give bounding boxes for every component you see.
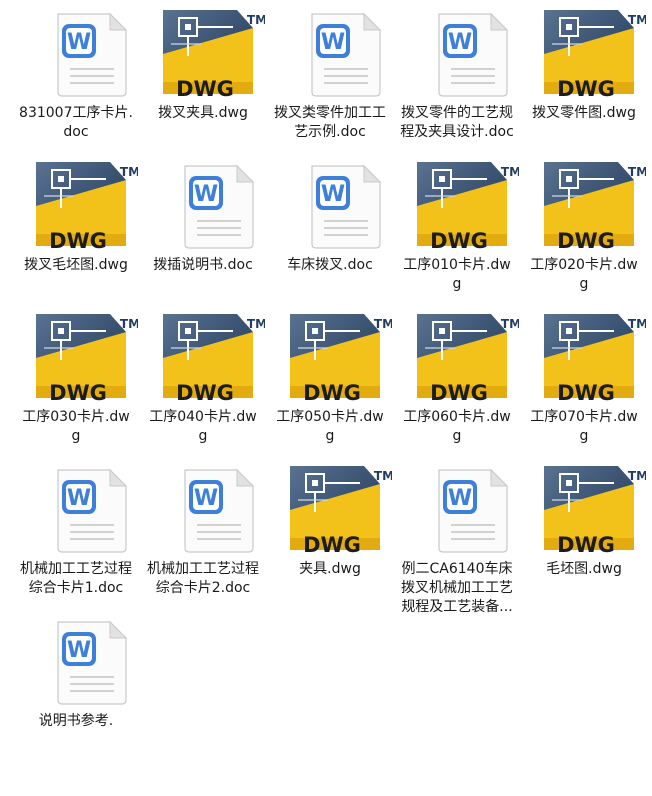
trademark-text: TM — [120, 317, 138, 331]
word-glyph: W — [67, 486, 91, 511]
dwg-file-icon: DWG TM — [141, 4, 265, 100]
dwg-badge-text: DWG — [303, 381, 361, 404]
file-name-label: 说明书参考. — [38, 713, 114, 729]
file-item[interactable]: W 拨插说明书.doc — [141, 156, 265, 326]
file-item[interactable]: DWG TM 工序050卡片.dwg — [268, 308, 392, 478]
file-item[interactable]: W 拨叉零件的工艺规程及夹具设计.doc — [395, 4, 519, 174]
dwg-badge-text: DWG — [557, 229, 615, 252]
trademark-text: TM — [628, 13, 646, 27]
trademark-text: TM — [628, 469, 646, 483]
file-name-label: 例二CA6140车床拨叉机械加工工艺规程及工艺装备... — [401, 561, 513, 615]
file-name-label: 工序050卡片.dwg — [276, 409, 384, 444]
dwg-badge-text: DWG — [430, 381, 488, 404]
dwg-file-icon: DWG TM — [14, 308, 138, 404]
word-glyph: W — [448, 486, 472, 511]
file-item[interactable]: DWG TM 毛坯图.dwg — [522, 460, 646, 630]
word-doc-icon: W — [395, 460, 519, 556]
file-item[interactable]: DWG TM 夹具.dwg — [268, 460, 392, 630]
file-item[interactable]: DWG TM 拨叉夹具.dwg — [141, 4, 265, 174]
word-doc-icon: W — [395, 4, 519, 100]
trademark-text: TM — [374, 317, 392, 331]
file-item[interactable]: DWG TM 工序020卡片.dwg — [522, 156, 646, 326]
dwg-file-icon: DWG TM — [395, 308, 519, 404]
word-glyph: W — [448, 30, 472, 55]
word-doc-icon: W — [14, 612, 138, 708]
file-name-label: 工序070卡片.dwg — [530, 409, 638, 444]
dwg-badge-text: DWG — [430, 229, 488, 252]
file-item[interactable]: W 例二CA6140车床拨叉机械加工工艺规程及工艺装备... — [395, 460, 519, 630]
dwg-badge-text: DWG — [303, 533, 361, 556]
file-grid: W 831007工序卡片.doc DWG TM 拨叉夹具.dwg W 拨叉类零件… — [0, 0, 652, 796]
file-name-label: 拨叉类零件加工工艺示例.doc — [274, 105, 386, 140]
dwg-badge-text: DWG — [557, 77, 615, 100]
file-item[interactable]: W 车床拨叉.doc — [268, 156, 392, 326]
dwg-badge-text: DWG — [176, 77, 234, 100]
file-item[interactable]: W 831007工序卡片.doc — [14, 4, 138, 174]
file-name-label: 机械加工工艺过程综合卡片1.doc — [20, 561, 132, 596]
word-glyph: W — [321, 182, 345, 207]
file-item[interactable]: DWG TM 工序070卡片.dwg — [522, 308, 646, 478]
trademark-text: TM — [247, 13, 265, 27]
dwg-file-icon: DWG TM — [268, 308, 392, 404]
word-glyph: W — [321, 30, 345, 55]
trademark-text: TM — [374, 469, 392, 483]
file-name-label: 夹具.dwg — [299, 561, 361, 577]
dwg-file-icon: DWG TM — [522, 460, 646, 556]
dwg-file-icon: DWG TM — [14, 156, 138, 252]
word-doc-icon: W — [14, 4, 138, 100]
dwg-badge-text: DWG — [49, 381, 107, 404]
file-name-label: 拨叉零件的工艺规程及夹具设计.doc — [400, 105, 514, 140]
trademark-text: TM — [628, 165, 646, 179]
dwg-badge-text: DWG — [557, 381, 615, 404]
word-doc-icon: W — [141, 156, 265, 252]
file-item[interactable]: W 机械加工工艺过程综合卡片1.doc — [14, 460, 138, 630]
trademark-text: TM — [247, 317, 265, 331]
word-glyph: W — [194, 182, 218, 207]
dwg-file-icon: DWG TM — [268, 460, 392, 556]
word-glyph: W — [194, 486, 218, 511]
dwg-file-icon: DWG TM — [141, 308, 265, 404]
file-item[interactable]: DWG TM 工序060卡片.dwg — [395, 308, 519, 478]
file-item[interactable]: DWG TM 拨叉零件图.dwg — [522, 4, 646, 174]
file-name-label: 工序060卡片.dwg — [403, 409, 511, 444]
file-item[interactable]: W 说明书参考. — [14, 612, 138, 782]
dwg-badge-text: DWG — [557, 533, 615, 556]
word-glyph: W — [67, 638, 91, 663]
dwg-file-icon: DWG TM — [522, 308, 646, 404]
file-item[interactable]: DWG TM 工序010卡片.dwg — [395, 156, 519, 326]
file-item[interactable]: W 机械加工工艺过程综合卡片2.doc — [141, 460, 265, 630]
file-item[interactable]: DWG TM 工序030卡片.dwg — [14, 308, 138, 478]
file-name-label: 工序030卡片.dwg — [22, 409, 130, 444]
dwg-file-icon: DWG TM — [522, 4, 646, 100]
file-item[interactable]: DWG TM 拨叉毛坯图.dwg — [14, 156, 138, 326]
file-item[interactable]: DWG TM 工序040卡片.dwg — [141, 308, 265, 478]
file-name-label: 工序020卡片.dwg — [530, 257, 638, 292]
file-name-label: 机械加工工艺过程综合卡片2.doc — [147, 561, 259, 596]
dwg-file-icon: DWG TM — [522, 156, 646, 252]
trademark-text: TM — [501, 165, 519, 179]
trademark-text: TM — [120, 165, 138, 179]
trademark-text: TM — [628, 317, 646, 331]
word-doc-icon: W — [268, 4, 392, 100]
word-doc-icon: W — [268, 156, 392, 252]
file-name-label: 工序010卡片.dwg — [403, 257, 511, 292]
file-name-label: 拨叉零件图.dwg — [532, 105, 636, 121]
file-name-label: 拨叉夹具.dwg — [158, 105, 248, 121]
trademark-text: TM — [501, 317, 519, 331]
file-name-label: 拨插说明书.doc — [153, 257, 253, 273]
dwg-badge-text: DWG — [176, 381, 234, 404]
dwg-file-icon: DWG TM — [395, 156, 519, 252]
file-name-label: 工序040卡片.dwg — [149, 409, 257, 444]
file-name-label: 拨叉毛坯图.dwg — [24, 257, 128, 273]
file-name-label: 831007工序卡片.doc — [19, 105, 133, 140]
file-name-label: 毛坯图.dwg — [546, 561, 622, 577]
word-doc-icon: W — [141, 460, 265, 556]
dwg-badge-text: DWG — [49, 229, 107, 252]
word-glyph: W — [67, 30, 91, 55]
word-doc-icon: W — [14, 460, 138, 556]
file-name-label: 车床拨叉.doc — [287, 257, 373, 273]
file-item[interactable]: W 拨叉类零件加工工艺示例.doc — [268, 4, 392, 174]
